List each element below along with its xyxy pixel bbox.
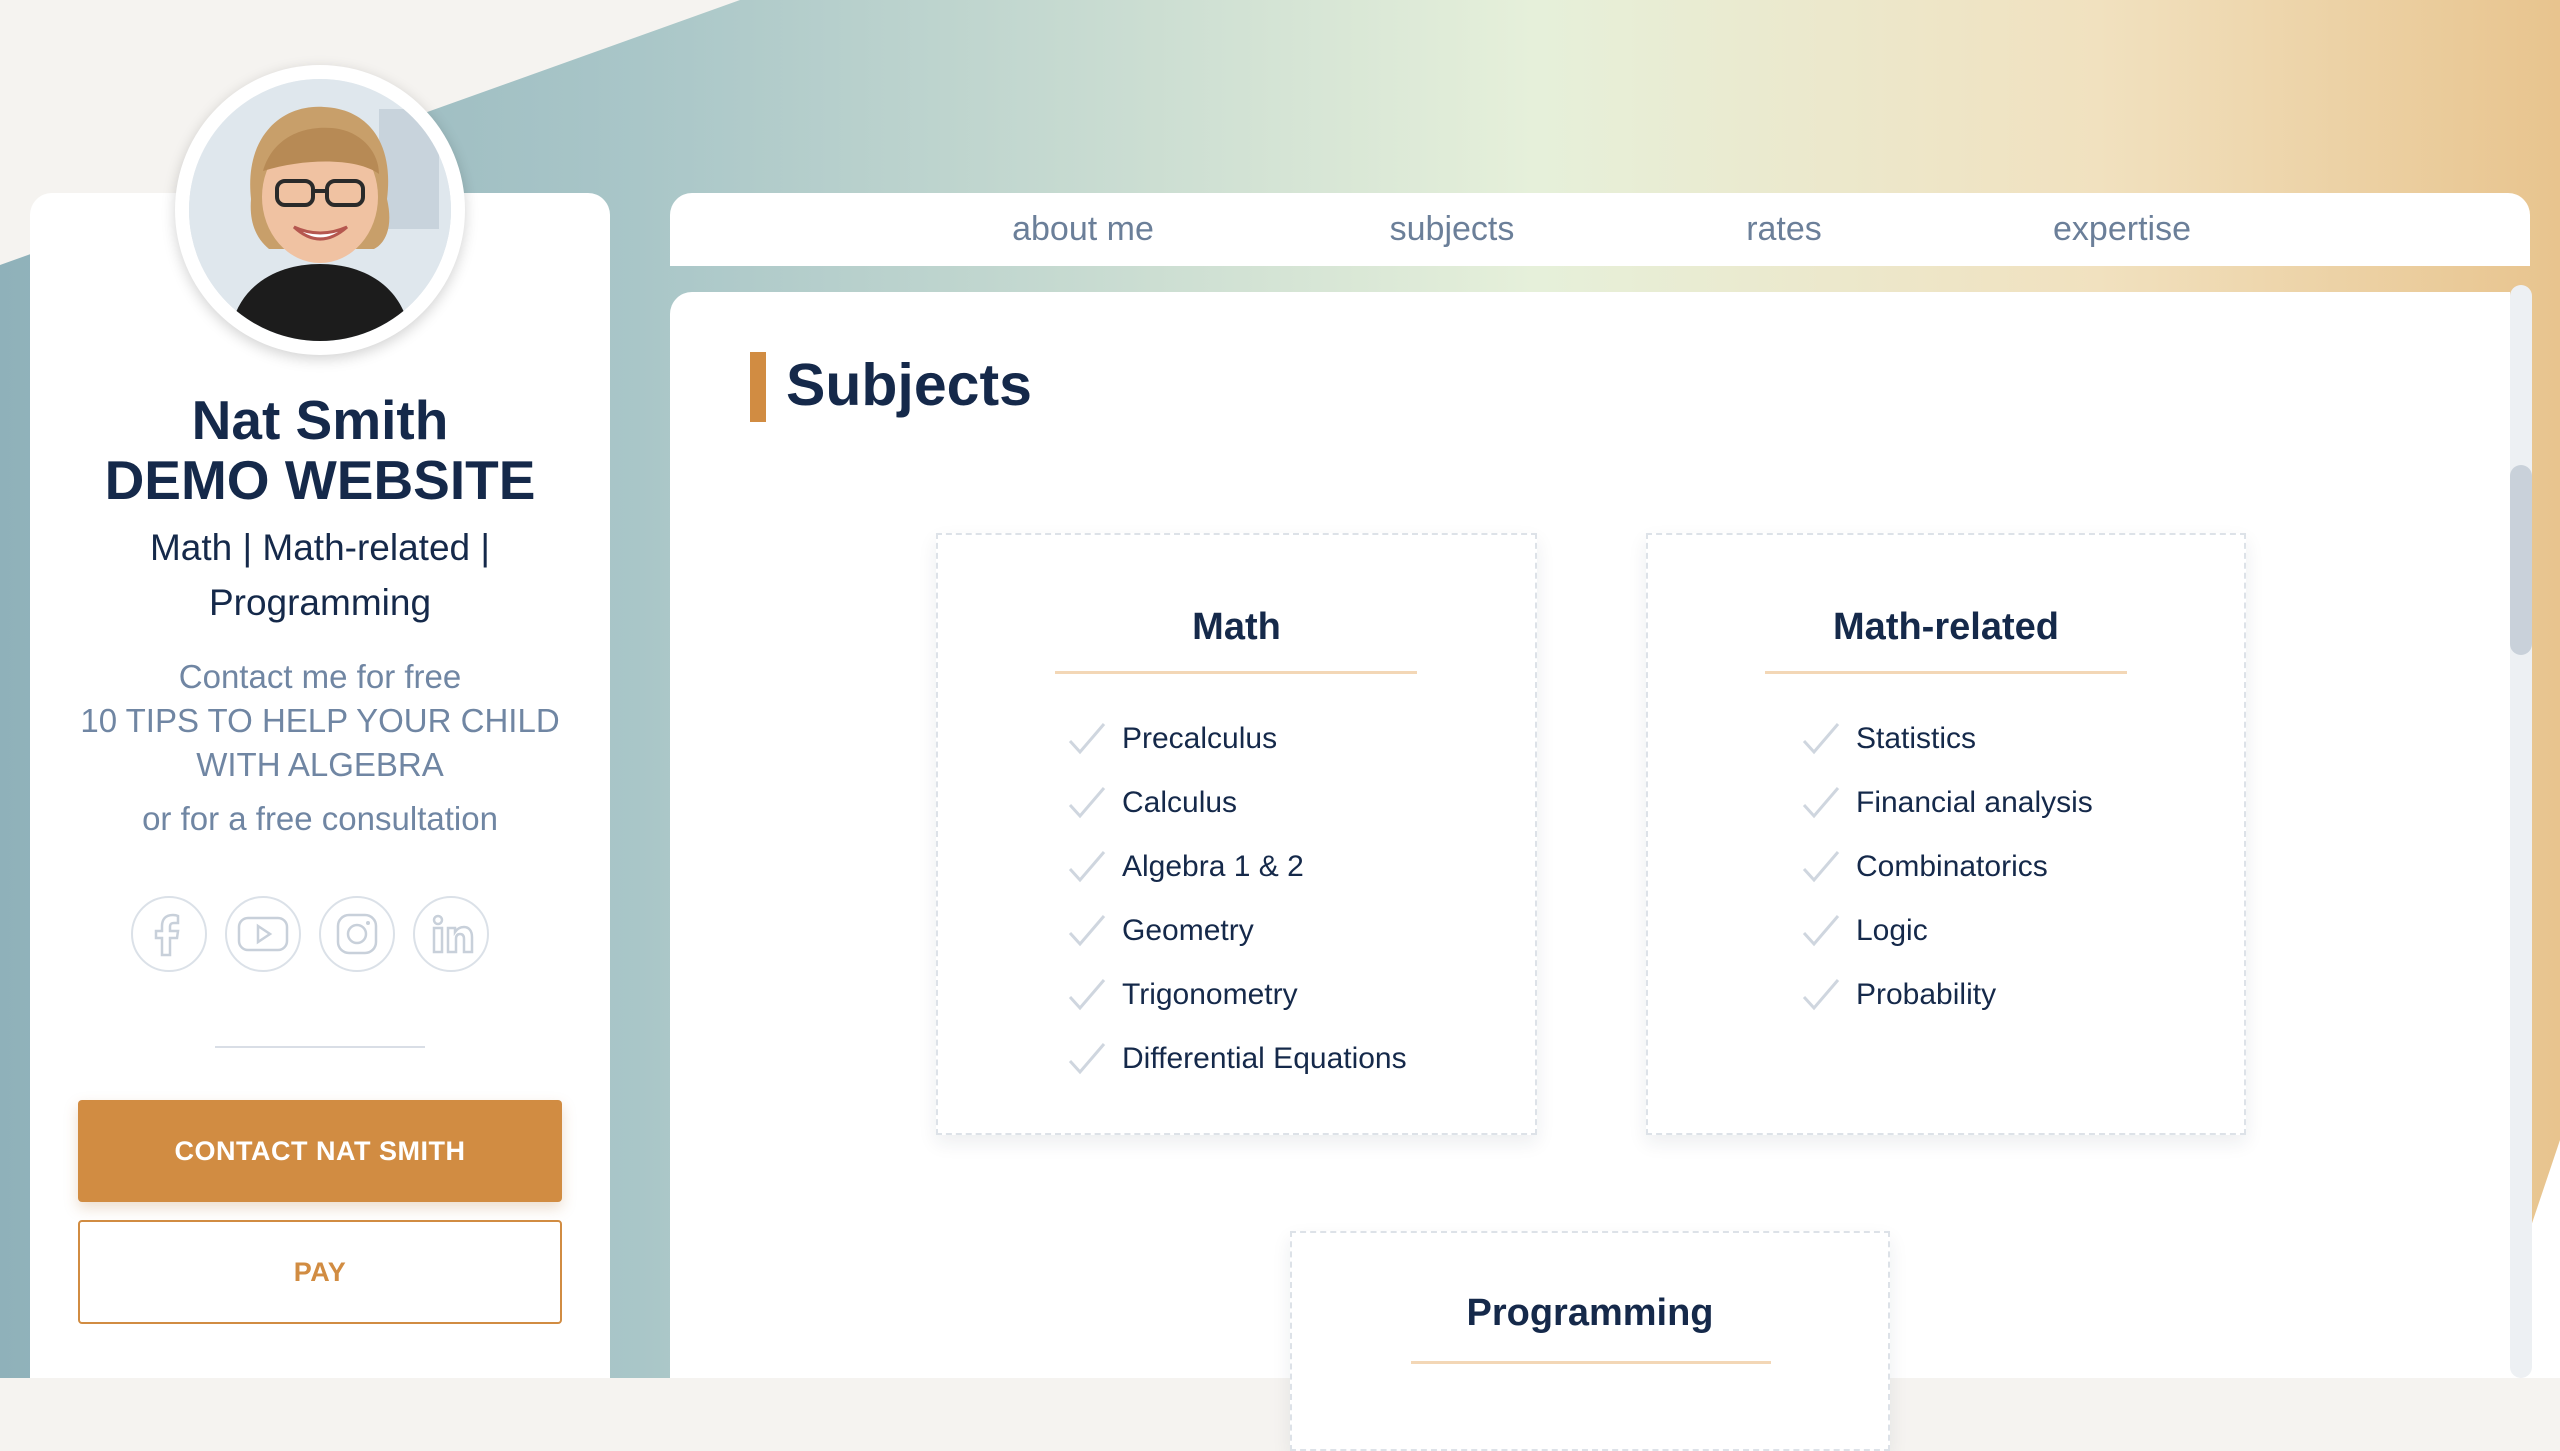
section-title-accent [750, 352, 766, 422]
facebook-icon[interactable] [131, 896, 207, 972]
check-icon [1068, 915, 1106, 947]
scrollbar-track[interactable] [2510, 285, 2532, 1378]
list-item: Differential Equations [1066, 1027, 1407, 1091]
check-icon [1802, 723, 1840, 755]
check-icon [1802, 851, 1840, 883]
list-item: Geometry [1066, 899, 1407, 963]
profile-photo-frame [175, 65, 465, 355]
card-list: Precalculus Calculus Algebra 1 & 2 Geome… [1066, 707, 1407, 1091]
list-item: Logic [1800, 899, 2093, 963]
section-title: Subjects [786, 352, 1032, 418]
promo-consult-text: or for a free consultation [142, 800, 498, 837]
check-icon [1068, 979, 1106, 1011]
list-item: Combinatorics [1800, 835, 2093, 899]
check-icon [1068, 723, 1106, 755]
top-nav: about me subjects rates expertise [670, 193, 2530, 266]
check-icon [1068, 851, 1106, 883]
promo-tips-link[interactable]: 10 TIPS TO HELP YOUR CHILD WITH ALGEBRA [30, 699, 610, 787]
check-icon [1802, 915, 1840, 947]
social-links [131, 896, 511, 976]
profile-subjects-line2: Programming [208, 582, 432, 623]
card-title-rule [1765, 671, 2127, 674]
subject-card-math-related: Math-related Statistics Financial analys… [1646, 533, 2246, 1135]
promo-free-text: Contact me for free [178, 658, 462, 695]
subject-card-math: Math Precalculus Calculus Algebra 1 & 2 … [936, 533, 1537, 1135]
profile-photo [189, 79, 451, 341]
profile-subjects-line1: Math | Math-related | [149, 527, 491, 568]
card-title-rule [1055, 671, 1417, 674]
list-item: Precalculus [1066, 707, 1407, 771]
list-item: Financial analysis [1800, 771, 2093, 835]
list-item: Probability [1800, 963, 2093, 1027]
check-icon [1802, 979, 1840, 1011]
check-icon [1802, 787, 1840, 819]
nav-expertise[interactable]: expertise [2053, 207, 2191, 251]
card-title-rule [1411, 1361, 1771, 1364]
contact-button[interactable]: CONTACT NAT SMITH [78, 1100, 562, 1202]
card-title: Math [1192, 606, 1281, 648]
profile-name-line2: DEMO WEBSITE [104, 449, 536, 511]
list-item: Calculus [1066, 771, 1407, 835]
check-icon [1068, 1043, 1106, 1075]
pay-button[interactable]: PAY [78, 1220, 562, 1324]
scrollbar-thumb[interactable] [2510, 465, 2532, 655]
list-item: Statistics [1800, 707, 2093, 771]
linkedin-icon[interactable] [413, 896, 489, 972]
instagram-icon[interactable] [319, 896, 395, 972]
subject-card-programming: Programming [1290, 1231, 1890, 1451]
profile-subjects: Math | Math-related | Programming [30, 520, 610, 630]
card-list: Statistics Financial analysis Combinator… [1800, 707, 2093, 1027]
nav-rates[interactable]: rates [1746, 207, 1822, 251]
list-item: Trigonometry [1066, 963, 1407, 1027]
list-item: Algebra 1 & 2 [1066, 835, 1407, 899]
promo-block: Contact me for free 10 TIPS TO HELP YOUR… [30, 655, 610, 841]
nav-about-me[interactable]: about me [1012, 207, 1154, 251]
profile-name-line1: Nat Smith [191, 389, 449, 451]
card-title: Programming [1466, 1292, 1714, 1334]
sidebar-divider [215, 1046, 425, 1048]
youtube-icon[interactable] [225, 896, 301, 972]
card-title: Math-related [1833, 606, 2059, 648]
profile-name: Nat Smith DEMO WEBSITE [30, 390, 610, 510]
check-icon [1068, 787, 1106, 819]
nav-subjects[interactable]: subjects [1390, 207, 1515, 251]
